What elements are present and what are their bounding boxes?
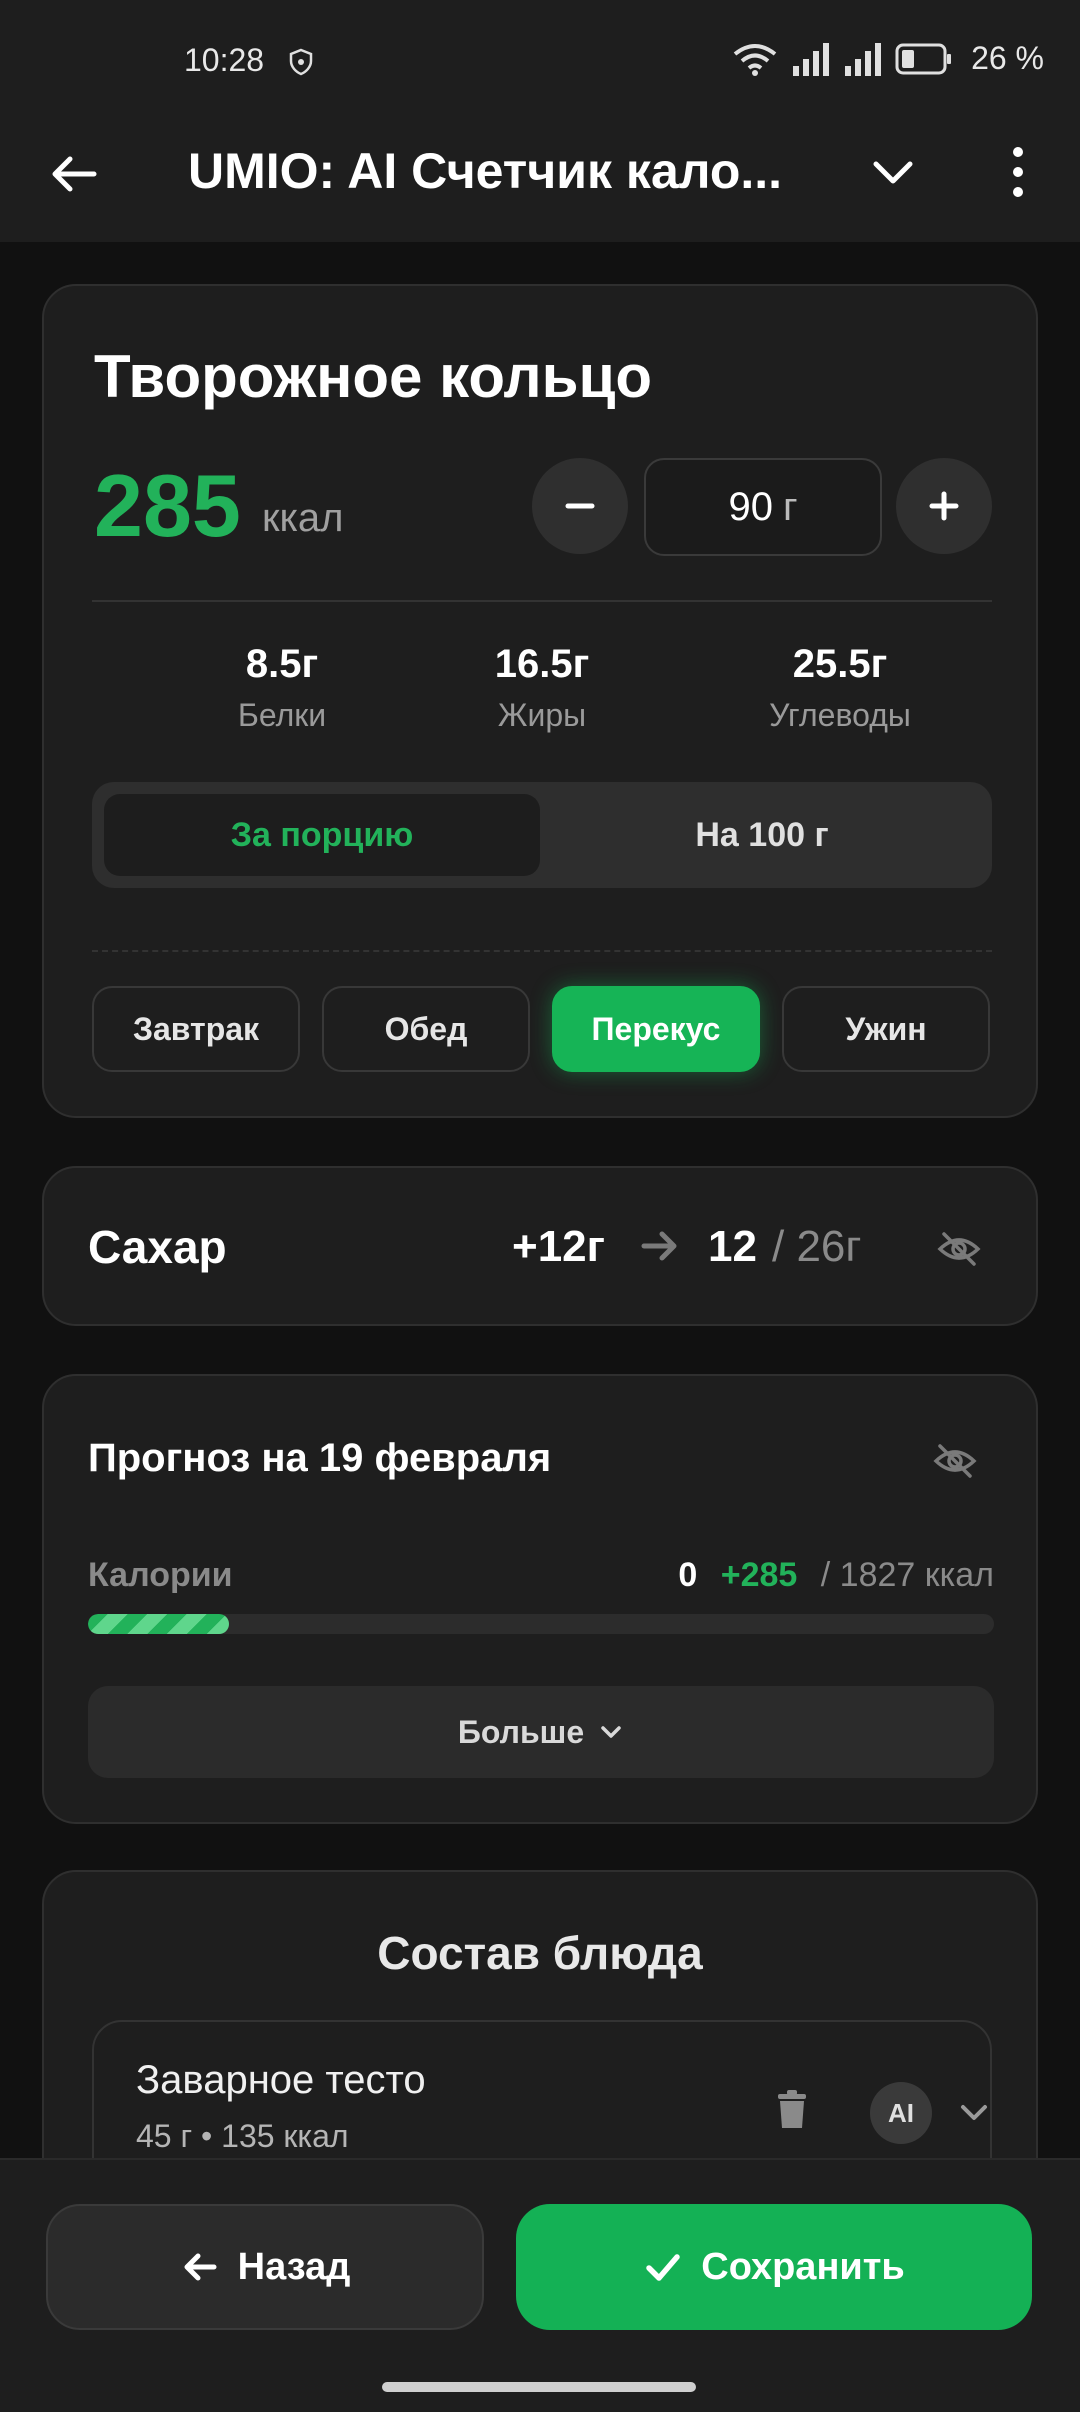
meal-snack-button[interactable]: Перекус: [552, 986, 760, 1072]
check-icon: [646, 2254, 680, 2281]
kcal-value: 285: [94, 456, 241, 555]
battery-icon: [895, 43, 952, 74]
back-arrow-icon[interactable]: [44, 144, 104, 204]
dish-card: Творожное кольцо 285 ккал 90 г 8.5г Белк…: [42, 284, 1038, 1118]
macro-carbs: 25.5г Углеводы: [710, 642, 970, 734]
more-vert-icon[interactable]: [998, 142, 1038, 202]
save-button[interactable]: Сохранить: [516, 2204, 1032, 2330]
divider: [92, 600, 992, 602]
sugar-current: 12: [708, 1222, 757, 1271]
macro-value: 8.5г: [245, 642, 319, 686]
macro-label: Углеводы: [769, 697, 911, 733]
back-label: Назад: [237, 2245, 351, 2288]
system-nav-bar: [0, 2366, 1080, 2412]
battery-percent: 26 %: [971, 40, 1044, 76]
more-label: Больше: [457, 1713, 585, 1750]
app-title: UMIO: AI Счетчик кало...: [188, 143, 783, 199]
dish-title: Творожное кольцо: [94, 343, 653, 410]
chevron-down-icon[interactable]: [866, 146, 920, 200]
macro-protein: 8.5г Белки: [152, 642, 412, 734]
app-bar: UMIO: AI Счетчик кало...: [0, 120, 1080, 242]
signal-icon: [845, 42, 882, 76]
chevron-down-icon[interactable]: [956, 2094, 992, 2130]
increase-weight-button[interactable]: [896, 458, 992, 554]
composition-title: Состав блюда: [377, 1927, 703, 1979]
meal-lunch-button[interactable]: Обед: [322, 986, 530, 1072]
calories-current: 0: [678, 1556, 698, 1594]
plus-icon: [929, 491, 959, 521]
ai-badge[interactable]: AI: [870, 2082, 932, 2144]
shield-icon: [289, 48, 313, 76]
meal-breakfast-button[interactable]: Завтрак: [92, 986, 300, 1072]
forecast-card: Прогноз на 19 февраля Калории 0 +285 / 1…: [42, 1374, 1038, 1824]
macro-label: Жиры: [497, 697, 587, 733]
eye-off-icon[interactable]: [932, 1438, 978, 1484]
weight-value: 90: [728, 484, 773, 529]
toggle-per-portion[interactable]: За порцию: [104, 794, 540, 876]
meal-dinner-button[interactable]: Ужин: [782, 986, 990, 1072]
calories-added: +285: [720, 1556, 798, 1594]
sugar-added: +12г: [512, 1222, 605, 1271]
sugar-total: / 26г: [772, 1222, 862, 1271]
trash-icon[interactable]: [770, 2088, 814, 2132]
macro-fat: 16.5г Жиры: [412, 642, 672, 734]
eye-off-icon[interactable]: [936, 1226, 982, 1272]
signal-icon: [793, 42, 830, 76]
status-icons: 26 %: [731, 40, 1044, 77]
decrease-weight-button[interactable]: [532, 458, 628, 554]
back-button[interactable]: Назад: [46, 2204, 484, 2330]
status-bar: 10:28 26 %: [0, 0, 1080, 120]
forecast-title: Прогноз на 19 февраля: [88, 1436, 552, 1480]
macro-value: 16.5г: [494, 642, 590, 686]
calories-values: 0 +285 / 1827 ккал: [678, 1556, 994, 1595]
toggle-per-100g[interactable]: На 100 г: [544, 794, 980, 876]
ingredient-meta: 45 г • 135 ккал: [136, 2118, 349, 2154]
arrow-right-icon: [641, 1231, 677, 1261]
calories-progress-fill: [88, 1614, 230, 1634]
more-button[interactable]: Больше: [88, 1686, 994, 1778]
weight-unit: г: [782, 484, 798, 529]
minus-icon: [565, 503, 595, 509]
chevron-down-icon: [601, 1726, 621, 1738]
save-label: Сохранить: [701, 2245, 905, 2288]
kcal-unit: ккал: [262, 496, 344, 540]
home-indicator[interactable]: [382, 2382, 696, 2392]
calories-total: / 1827 ккал: [820, 1556, 994, 1594]
weight-input[interactable]: 90 г: [644, 458, 882, 556]
macro-label: Белки: [237, 697, 327, 733]
arrow-left-icon: [184, 2253, 217, 2281]
ingredient-name: Заварное тесто: [136, 2058, 426, 2102]
sugar-label: Сахар: [88, 1221, 227, 1273]
wifi-icon: [733, 43, 777, 76]
dashed-divider: [92, 950, 992, 952]
portion-toggle: За порцию На 100 г: [92, 782, 992, 888]
calories-label: Калории: [88, 1556, 233, 1594]
status-time: 10:28: [184, 42, 265, 78]
sugar-card: Сахар +12г 12 / 26г: [42, 1166, 1038, 1326]
macro-value: 25.5г: [792, 642, 888, 686]
calories-progress-bar: [88, 1614, 994, 1634]
